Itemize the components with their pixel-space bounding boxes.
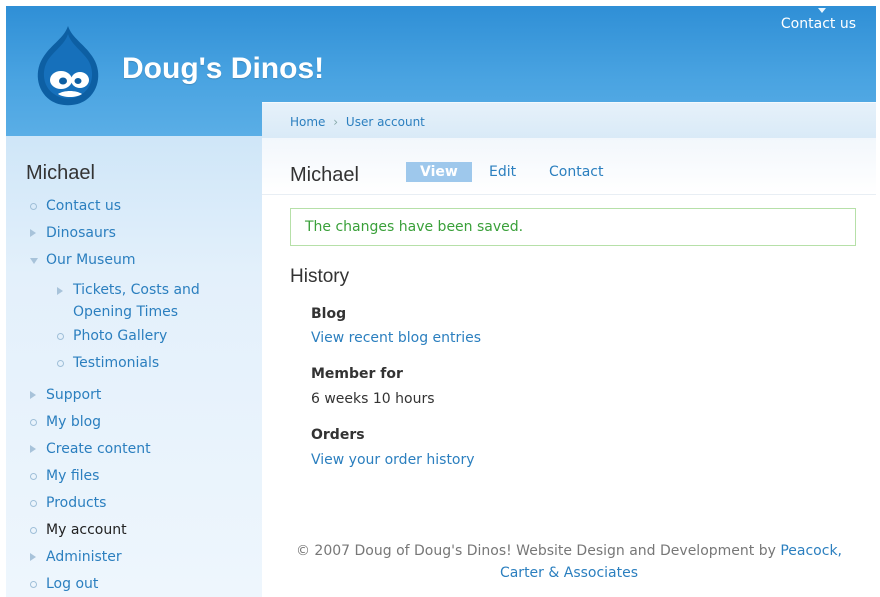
sidebar-item-label[interactable]: Testimonials <box>73 355 159 371</box>
active-arrow-icon <box>818 8 826 13</box>
view-blog-entries-link[interactable]: View recent blog entries <box>311 330 481 346</box>
leaf-bullet-icon <box>30 473 37 480</box>
site-name[interactable]: Doug's Dinos! <box>122 52 324 86</box>
sidebar-item-label[interactable]: Log out <box>46 576 98 592</box>
sidebar-item-my-files[interactable]: My files <box>30 468 99 484</box>
leaf-bullet-icon <box>30 581 37 588</box>
tab-contact[interactable]: Contact <box>535 162 617 182</box>
breadcrumb-current-link[interactable]: User account <box>346 115 425 129</box>
drupal-logo-icon[interactable] <box>32 24 104 108</box>
sidebar-item-label[interactable]: Dinosaurs <box>46 225 116 241</box>
sidebar-item-label[interactable]: Administer <box>46 549 122 565</box>
footer-company-link[interactable]: Peacock, <box>780 543 842 559</box>
sidebar-item-label[interactable]: Support <box>46 387 101 403</box>
footer-text: © 2007 Doug of Doug's Dinos! Website Des… <box>295 543 781 559</box>
sidebar-item-label[interactable]: Tickets, Costs and <box>73 282 200 298</box>
collapsed-arrow-icon <box>30 445 36 453</box>
sidebar-item-label[interactable]: Contact us <box>46 198 121 214</box>
sidebar-item-label[interactable]: Products <box>46 495 106 511</box>
page-title: Michael <box>290 164 359 186</box>
sidebar-item-my-blog[interactable]: My blog <box>30 414 101 430</box>
footer: © 2007 Doug of Doug's Dinos! Website Des… <box>262 540 876 584</box>
sidebar-item-label[interactable]: My files <box>46 468 99 484</box>
footer-company-link-line2[interactable]: Carter & Associates <box>500 565 638 581</box>
leaf-bullet-icon <box>57 360 64 367</box>
leaf-bullet-icon <box>30 203 37 210</box>
blog-label: Blog <box>311 306 347 322</box>
leaf-bullet-icon <box>57 333 64 340</box>
sidebar-title: Michael <box>26 162 95 184</box>
breadcrumb: Home › User account <box>290 115 425 129</box>
sidebar-item-label[interactable]: Our Museum <box>46 252 135 268</box>
sidebar-item-support[interactable]: Support <box>30 387 101 403</box>
leaf-bullet-icon <box>30 527 37 534</box>
sidebar-item-label[interactable]: My account <box>46 522 127 538</box>
breadcrumb-separator: › <box>333 115 339 129</box>
breadcrumb-bar: Home › User account <box>262 102 876 139</box>
sidebar-item-our-museum[interactable]: Our Museum <box>30 252 135 268</box>
status-message: The changes have been saved. <box>290 208 856 246</box>
main-content: Home › User account Michael View Edit Co… <box>262 102 876 597</box>
topnav-contact-link[interactable]: Contact us <box>781 8 856 32</box>
orders-label: Orders <box>311 427 365 443</box>
sidebar-item-my-account[interactable]: My account <box>30 522 127 538</box>
sidebar-item-label[interactable]: My blog <box>46 414 101 430</box>
member-for-label: Member for <box>311 366 403 382</box>
sidebar-item-contact-us[interactable]: Contact us <box>30 198 121 214</box>
breadcrumb-home-link[interactable]: Home <box>290 115 325 129</box>
sidebar-item-testimonials[interactable]: Testimonials <box>57 355 159 371</box>
leaf-bullet-icon <box>30 419 37 426</box>
expanded-arrow-icon <box>30 258 38 264</box>
member-for-value: 6 weeks 10 hours <box>311 391 435 407</box>
collapsed-arrow-icon <box>30 229 36 237</box>
leaf-bullet-icon <box>30 500 37 507</box>
tab-view[interactable]: View <box>406 162 472 182</box>
sidebar-item-tickets[interactable]: Tickets, Costs and Opening Times <box>57 279 200 323</box>
collapsed-arrow-icon <box>30 553 36 561</box>
history-heading: History <box>290 266 350 287</box>
title-bar: Michael View Edit Contact <box>262 138 876 195</box>
sidebar-item-label[interactable]: Create content <box>46 441 151 457</box>
sidebar-item-dinosaurs[interactable]: Dinosaurs <box>30 225 116 241</box>
sidebar-item-log-out[interactable]: Log out <box>30 576 98 592</box>
sidebar: Michael Contact us Dinosaurs Our Museum … <box>6 136 262 597</box>
sidebar-item-products[interactable]: Products <box>30 495 106 511</box>
sidebar-item-create-content[interactable]: Create content <box>30 441 151 457</box>
sidebar-item-label-line2[interactable]: Opening Times <box>73 304 178 320</box>
sidebar-item-label[interactable]: Photo Gallery <box>73 328 167 344</box>
topnav-contact-label[interactable]: Contact us <box>781 16 856 32</box>
view-order-history-link[interactable]: View your order history <box>311 452 475 468</box>
collapsed-arrow-icon <box>57 287 63 295</box>
status-message-text: The changes have been saved. <box>305 219 524 235</box>
collapsed-arrow-icon <box>30 391 36 399</box>
sidebar-item-photo-gallery[interactable]: Photo Gallery <box>57 328 167 344</box>
tab-edit[interactable]: Edit <box>475 162 530 182</box>
sidebar-item-administer[interactable]: Administer <box>30 549 122 565</box>
